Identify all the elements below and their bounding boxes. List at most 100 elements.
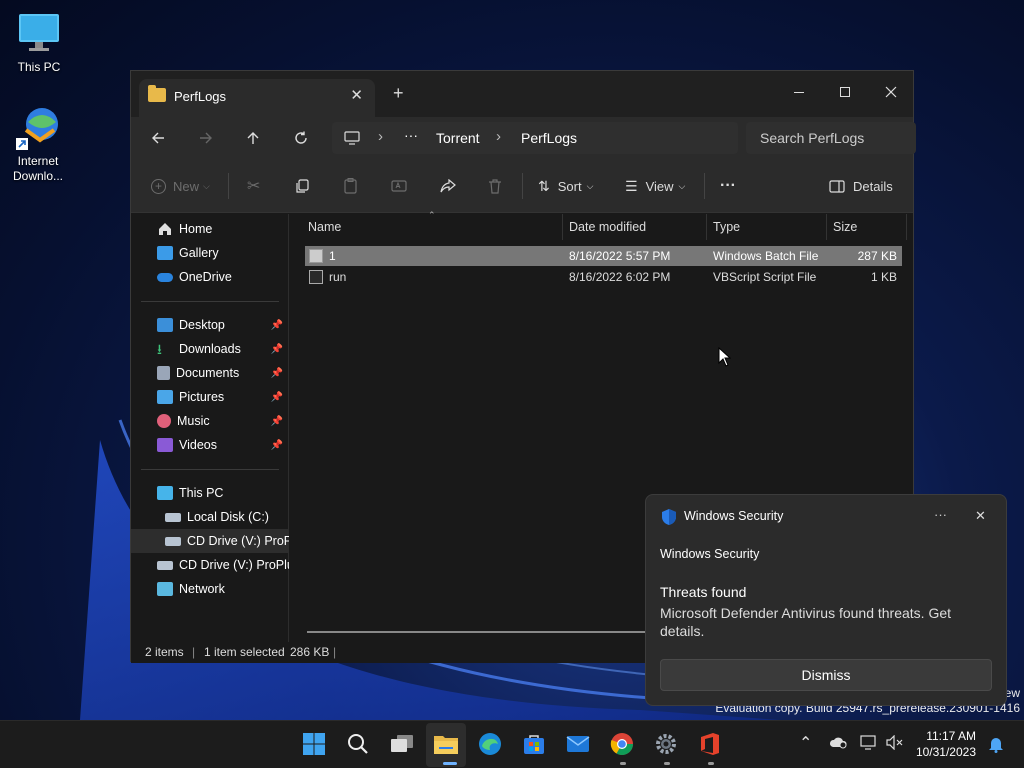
rename-button[interactable] [391,176,407,196]
security-notification[interactable]: Windows Security ··· ✕ Windows Security … [645,494,1007,706]
column-divider [562,214,563,240]
sidebar-item-label: Videos [179,438,217,452]
mail-taskbar-button[interactable] [563,729,593,759]
address-bar[interactable]: › ··· Torrent › PerfLogs [332,122,738,154]
system-clock[interactable]: 11:17 AM 10/31/2023 [916,728,976,760]
tab-close-button[interactable]: ✕ [350,86,363,104]
sidebar-item-pictures[interactable]: Pictures 📌 [131,385,289,409]
sidebar-item-gallery[interactable]: Gallery [131,241,289,265]
store-icon [524,735,544,754]
column-header-name[interactable]: Name [308,220,341,234]
column-header-size[interactable]: Size [833,220,857,234]
more-options-button[interactable]: ··· [720,176,736,196]
sort-button[interactable]: ⇅ Sort ⌵ [538,176,593,196]
sidebar-item-desktop[interactable]: Desktop 📌 [131,313,289,337]
sidebar-item-videos[interactable]: Videos 📌 [131,433,289,457]
sidebar-item-this-pc[interactable]: This PC [131,481,289,505]
minimize-button[interactable] [777,77,821,107]
column-header-date[interactable]: Date modified [569,220,646,234]
edge-icon [479,733,501,755]
sidebar-item-downloads[interactable]: ⭳ Downloads 📌 [131,337,289,361]
dismiss-button[interactable]: Dismiss [660,659,992,691]
pin-icon[interactable]: 📌 [271,440,283,451]
column-header-type[interactable]: Type [713,220,740,234]
file-row-1[interactable]: 1 8/16/2022 5:57 PM Windows Batch File 2… [305,246,902,266]
sidebar-item-label: CD Drive (V:) ProPlu [187,534,289,548]
task-view-button[interactable] [387,729,417,759]
desktop-icon-this-pc[interactable]: This PC [1,10,77,75]
pin-icon[interactable]: 📌 [271,416,283,427]
new-tab-button[interactable]: + [393,83,404,104]
status-selection-size: 286 KB [290,645,330,659]
sidebar-divider [141,469,279,470]
horizontal-scrollbar[interactable] [307,631,647,633]
sidebar-item-music[interactable]: Music 📌 [131,409,289,433]
search-button[interactable] [343,729,373,759]
close-icon [885,86,897,98]
sidebar-divider [141,301,279,302]
toast-heading: Threats found [660,584,747,600]
new-button[interactable]: + New ⌵ [151,176,210,196]
chrome-taskbar-button[interactable] [607,729,637,759]
cut-button[interactable]: ✂ [247,176,260,196]
details-pane-button[interactable]: Details [829,176,893,196]
close-window-button[interactable] [869,77,913,107]
file-row-run[interactable]: run 8/16/2022 6:02 PM VBScript Script Fi… [305,267,902,287]
network-tray-icon[interactable] [860,735,878,753]
pin-icon[interactable]: 📌 [271,320,283,331]
refresh-button[interactable] [286,125,316,151]
trash-icon [489,178,501,194]
sidebar-item-local-disk[interactable]: Local Disk (C:) [131,505,289,529]
pin-icon[interactable]: 📌 [271,344,283,355]
sidebar-item-label: This PC [179,486,224,500]
share-button[interactable] [440,176,456,196]
start-button[interactable] [299,729,329,759]
tray-overflow-chevron-icon[interactable]: ⌃ [799,733,812,753]
notification-bell-icon[interactable] [988,735,1004,756]
status-divider: | [192,645,196,659]
details-pane-icon [829,179,845,193]
toast-more-button[interactable]: ··· [934,507,947,522]
breadcrumb-torrent[interactable]: Torrent [436,130,480,146]
copy-button[interactable] [295,176,310,196]
breadcrumb-perflogs[interactable]: PerfLogs [521,130,577,146]
up-button[interactable] [238,125,268,151]
store-taskbar-button[interactable] [519,729,549,759]
edge-taskbar-button[interactable] [475,729,505,759]
sidebar-item-label: CD Drive (V:) ProPlus [179,558,289,572]
command-bar: + New ⌵ ✂ ⇅ Sort ⌵ ☰ View ⌵ ··· Details [131,159,913,213]
file-type: Windows Batch File [713,249,819,263]
file-size: 287 KB [857,249,897,263]
sidebar-item-home[interactable]: Home [131,217,289,241]
office-taskbar-button[interactable] [695,729,725,759]
drive-icon [165,512,181,522]
sidebar-item-network[interactable]: Network [131,577,289,601]
onedrive-tray-icon[interactable] [829,735,847,752]
scissors-icon: ✂ [247,178,261,195]
pin-icon[interactable]: 📌 [271,368,283,379]
network-icon [157,582,173,596]
sidebar-item-documents[interactable]: Documents 📌 [131,361,289,385]
toast-close-button[interactable]: ✕ [975,508,986,524]
tab-perflogs[interactable]: PerfLogs ✕ [139,79,375,117]
sort-ascending-icon: ⌃ [428,210,436,220]
delete-button[interactable] [488,176,502,196]
sidebar-item-cd-drive-selected[interactable]: CD Drive (V:) ProPlu [131,529,289,553]
mouse-cursor-icon [718,347,731,367]
search-box[interactable]: Search PerfLogs [746,122,916,154]
sidebar-item-cd-drive[interactable]: CD Drive (V:) ProPlus [131,553,289,577]
maximize-button[interactable] [823,77,867,107]
breadcrumb-overflow[interactable]: ··· [404,127,418,143]
file-explorer-taskbar-button[interactable] [431,729,461,759]
pin-icon[interactable]: 📌 [271,392,283,403]
desktop-icon-internet-download-manager[interactable]: Internet Downlo... [0,104,76,184]
sidebar-item-onedrive[interactable]: OneDrive [131,265,289,289]
settings-taskbar-button[interactable] [651,729,681,759]
back-button[interactable] [143,125,173,151]
details-button-label: Details [853,178,893,194]
forward-button[interactable] [191,125,221,151]
toolbar-divider [228,173,229,199]
volume-muted-tray-icon[interactable] [886,734,904,753]
view-button[interactable]: ☰ View ⌵ [625,176,685,196]
paste-button[interactable] [343,176,358,196]
